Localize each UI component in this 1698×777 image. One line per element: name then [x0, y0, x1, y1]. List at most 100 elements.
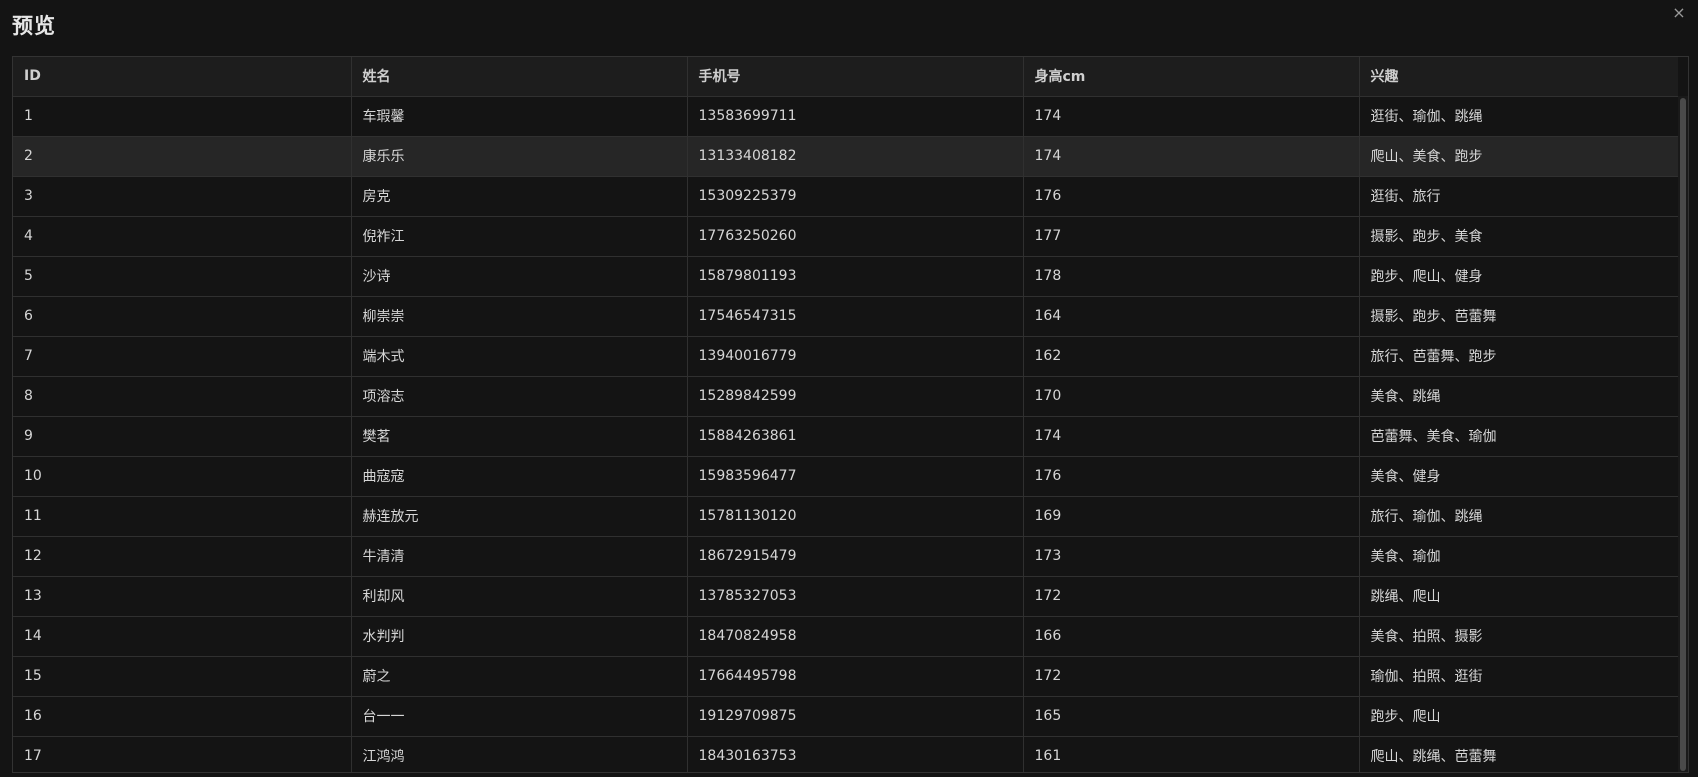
table-row[interactable]: 5 沙诗 15879801193 178 跑步、爬山、健身	[13, 256, 1678, 297]
cell-phone: 15781130120	[687, 496, 1024, 537]
cell-height: 174	[1023, 136, 1360, 177]
cell-id: 1	[13, 96, 352, 137]
cell-phone: 17664495798	[687, 656, 1024, 697]
cell-id: 13	[13, 576, 352, 617]
cell-interests: 逛街、旅行	[1359, 176, 1678, 217]
table-row[interactable]: 17 江鸿鸿 18430163753 161 爬山、跳绳、芭蕾舞	[13, 736, 1678, 772]
cell-id: 11	[13, 496, 352, 537]
table-row[interactable]: 12 牛清清 18672915479 173 美食、瑜伽	[13, 536, 1678, 577]
cell-id: 14	[13, 616, 352, 657]
cell-id: 4	[13, 216, 352, 257]
cell-interests: 旅行、芭蕾舞、跑步	[1359, 336, 1678, 377]
cell-phone: 17763250260	[687, 216, 1024, 257]
cell-phone: 18430163753	[687, 736, 1024, 772]
table-header-row: ID 姓名 手机号 身高cm 兴趣	[13, 57, 1678, 97]
cell-height: 164	[1023, 296, 1360, 337]
cell-interests: 美食、拍照、摄影	[1359, 616, 1678, 657]
table-row[interactable]: 13 利却风 13785327053 172 跳绳、爬山	[13, 576, 1678, 617]
table-row[interactable]: 11 赫连放元 15781130120 169 旅行、瑜伽、跳绳	[13, 496, 1678, 537]
table-row[interactable]: 8 项溶志 15289842599 170 美食、跳绳	[13, 376, 1678, 417]
table-row[interactable]: 4 倪祚江 17763250260 177 摄影、跑步、美食	[13, 216, 1678, 257]
cell-name: 倪祚江	[351, 216, 688, 257]
cell-height: 174	[1023, 96, 1360, 137]
cell-name: 端木式	[351, 336, 688, 377]
cell-interests: 逛街、瑜伽、跳绳	[1359, 96, 1678, 137]
table-row[interactable]: 14 水判判 18470824958 166 美食、拍照、摄影	[13, 616, 1678, 657]
cell-id: 6	[13, 296, 352, 337]
cell-height: 172	[1023, 576, 1360, 617]
cell-name: 台一一	[351, 696, 688, 737]
cell-interests: 美食、瑜伽	[1359, 536, 1678, 577]
table-row[interactable]: 10 曲寇寇 15983596477 176 美食、健身	[13, 456, 1678, 497]
cell-phone: 18672915479	[687, 536, 1024, 577]
cell-height: 162	[1023, 336, 1360, 377]
cell-id: 10	[13, 456, 352, 497]
cell-phone: 17546547315	[687, 296, 1024, 337]
table-row[interactable]: 7 端木式 13940016779 162 旅行、芭蕾舞、跑步	[13, 336, 1678, 377]
cell-phone: 15289842599	[687, 376, 1024, 417]
cell-name: 项溶志	[351, 376, 688, 417]
cell-height: 177	[1023, 216, 1360, 257]
cell-interests: 摄影、跑步、芭蕾舞	[1359, 296, 1678, 337]
column-header-interests[interactable]: 兴趣	[1359, 57, 1678, 97]
column-header-phone[interactable]: 手机号	[687, 57, 1024, 97]
table-row[interactable]: 2 康乐乐 13133408182 174 爬山、美食、跑步	[13, 136, 1678, 177]
cell-height: 170	[1023, 376, 1360, 417]
cell-name: 水判判	[351, 616, 688, 657]
table-row[interactable]: 9 樊茗 15884263861 174 芭蕾舞、美食、瑜伽	[13, 416, 1678, 457]
cell-height: 178	[1023, 256, 1360, 297]
cell-interests: 美食、健身	[1359, 456, 1678, 497]
column-header-id[interactable]: ID	[13, 57, 352, 97]
column-header-height[interactable]: 身高cm	[1023, 57, 1360, 97]
table-row[interactable]: 1 车瑕馨 13583699711 174 逛街、瑜伽、跳绳	[13, 96, 1678, 137]
cell-name: 江鸿鸿	[351, 736, 688, 772]
table-row[interactable]: 6 柳崇崇 17546547315 164 摄影、跑步、芭蕾舞	[13, 296, 1678, 337]
table-row[interactable]: 16 台一一 19129709875 165 跑步、爬山	[13, 696, 1678, 737]
table-row[interactable]: 15 蔚之 17664495798 172 瑜伽、拍照、逛街	[13, 656, 1678, 697]
scrollbar-thumb[interactable]	[1680, 98, 1686, 771]
dialog-title: 预览	[12, 14, 56, 38]
cell-interests: 爬山、美食、跑步	[1359, 136, 1678, 177]
cell-name: 沙诗	[351, 256, 688, 297]
cell-id: 2	[13, 136, 352, 177]
cell-interests: 爬山、跳绳、芭蕾舞	[1359, 736, 1678, 772]
cell-name: 利却风	[351, 576, 688, 617]
cell-name: 柳崇崇	[351, 296, 688, 337]
cell-interests: 芭蕾舞、美食、瑜伽	[1359, 416, 1678, 457]
cell-height: 173	[1023, 536, 1360, 577]
vertical-scrollbar[interactable]	[1678, 96, 1688, 772]
table-body: 1 车瑕馨 13583699711 174 逛街、瑜伽、跳绳 2 康乐乐 1313340818…	[13, 96, 1678, 772]
cell-name: 牛清清	[351, 536, 688, 577]
cell-phone: 15884263861	[687, 416, 1024, 457]
cell-name: 蔚之	[351, 656, 688, 697]
cell-interests: 瑜伽、拍照、逛街	[1359, 656, 1678, 697]
cell-phone: 13785327053	[687, 576, 1024, 617]
cell-interests: 跑步、爬山	[1359, 696, 1678, 737]
cell-interests: 旅行、瑜伽、跳绳	[1359, 496, 1678, 537]
cell-id: 8	[13, 376, 352, 417]
cell-interests: 跳绳、爬山	[1359, 576, 1678, 617]
cell-id: 16	[13, 696, 352, 737]
cell-name: 房克	[351, 176, 688, 217]
cell-height: 172	[1023, 656, 1360, 697]
preview-dialog: 预览 × ID 姓名 手机号 身高cm 兴趣 1 车瑕馨 13583699711 17…	[0, 0, 1698, 777]
cell-id: 15	[13, 656, 352, 697]
cell-name: 樊茗	[351, 416, 688, 457]
cell-phone: 13940016779	[687, 336, 1024, 377]
cell-interests: 摄影、跑步、美食	[1359, 216, 1678, 257]
cell-height: 169	[1023, 496, 1360, 537]
cell-id: 12	[13, 536, 352, 577]
cell-id: 5	[13, 256, 352, 297]
cell-id: 3	[13, 176, 352, 217]
cell-id: 9	[13, 416, 352, 457]
cell-height: 166	[1023, 616, 1360, 657]
cell-phone: 15309225379	[687, 176, 1024, 217]
close-icon[interactable]: ×	[1670, 4, 1688, 22]
preview-table-container: ID 姓名 手机号 身高cm 兴趣 1 车瑕馨 13583699711 174 逛街、瑜…	[12, 56, 1689, 773]
cell-phone: 15983596477	[687, 456, 1024, 497]
cell-name: 曲寇寇	[351, 456, 688, 497]
column-header-name[interactable]: 姓名	[351, 57, 688, 97]
cell-name: 赫连放元	[351, 496, 688, 537]
cell-interests: 跑步、爬山、健身	[1359, 256, 1678, 297]
table-row[interactable]: 3 房克 15309225379 176 逛街、旅行	[13, 176, 1678, 217]
